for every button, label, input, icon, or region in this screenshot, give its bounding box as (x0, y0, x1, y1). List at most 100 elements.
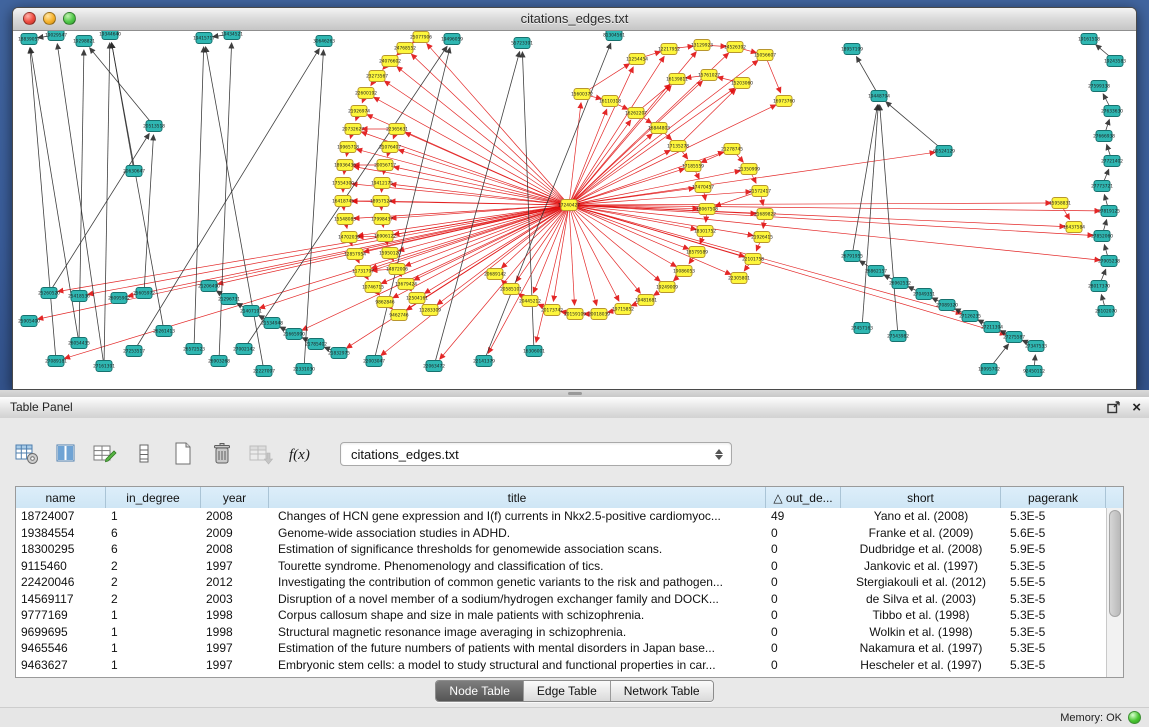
network-node[interactable]: 28017370 (1088, 281, 1110, 292)
table-cell[interactable]: 2012 (201, 575, 269, 589)
network-node[interactable]: 81304561 (603, 31, 625, 41)
network-node[interactable]: 9462746 (389, 310, 408, 321)
network-node[interactable]: 25418536 (68, 291, 90, 302)
function-builder-button[interactable]: f(x) (287, 441, 313, 467)
network-node[interactable]: 27211394 (981, 322, 1003, 333)
network-node[interactable]: 21832975 (328, 348, 350, 359)
table-row[interactable]: 969969511998Structural magnetic resonanc… (16, 624, 1107, 641)
zoom-window-button[interactable] (63, 12, 76, 25)
network-node[interactable]: 27599338 (1088, 81, 1110, 92)
network-edge[interactable] (405, 205, 569, 266)
table-cell[interactable]: 2008 (201, 509, 269, 523)
table-cell[interactable]: Tourette syndrome. Phenomenology and cla… (269, 559, 766, 573)
network-node[interactable]: 17470457 (692, 182, 714, 193)
network-node[interactable]: 15950120 (379, 248, 401, 259)
network-node[interactable]: 27773721 (1091, 181, 1113, 192)
network-node[interactable]: 18067508 (696, 204, 718, 215)
table-cell[interactable]: 1998 (201, 608, 269, 622)
network-node[interactable]: 16262207 (625, 108, 647, 119)
network-node[interactable]: 22101758 (742, 254, 764, 265)
network-node[interactable]: 22227097 (253, 366, 275, 377)
network-node[interactable]: 12504161 (406, 293, 428, 304)
panel-splitter[interactable] (0, 390, 1149, 397)
network-node[interactable]: 21407191 (240, 306, 262, 317)
network-node[interactable]: 11254454 (626, 54, 648, 65)
table-cell[interactable]: 9465546 (16, 641, 106, 655)
network-node[interactable]: 19344640 (99, 31, 121, 40)
table-cell[interactable]: 1 (106, 658, 201, 672)
table-cell[interactable]: 19384554 (16, 526, 106, 540)
network-node[interactable]: 14702039 (338, 232, 360, 243)
network-node[interactable]: 92450112 (1023, 366, 1045, 377)
delete-column-button[interactable] (209, 441, 235, 467)
memory-status-icon[interactable] (1128, 711, 1141, 724)
network-node[interactable]: 16844803 (648, 123, 670, 134)
network-node[interactable]: 20630647 (123, 166, 145, 177)
network-node[interactable]: 20056717 (374, 160, 396, 171)
network-node[interactable]: 22600192 (355, 88, 377, 99)
network-node[interactable]: 22141379 (473, 356, 495, 367)
table-cell[interactable]: Investigating the contribution of common… (269, 575, 766, 589)
column-header[interactable]: short (841, 487, 1001, 508)
network-node[interactable]: 18936436 (334, 160, 356, 171)
table-cell[interactable]: 1 (106, 608, 201, 622)
network-node[interactable]: 27819125 (1098, 206, 1120, 217)
network-node[interactable]: 17554300 (332, 178, 354, 189)
network-edge[interactable] (880, 105, 898, 336)
network-node[interactable]: 26261413 (153, 326, 175, 337)
table-cell[interactable]: 5.3E-5 (1001, 625, 1106, 639)
network-edge[interactable] (569, 134, 652, 205)
table-cell[interactable]: 9115460 (16, 559, 106, 573)
network-node[interactable]: 16306001 (523, 346, 545, 357)
table-row[interactable]: 1938455462009Genome-wide association stu… (16, 525, 1107, 542)
network-node[interactable]: 18995702 (978, 364, 1000, 375)
column-header[interactable]: in_degree (106, 487, 201, 508)
network-node[interactable]: 19412175 (371, 178, 393, 189)
network-node[interactable]: 14526392 (724, 42, 746, 53)
network-node[interactable]: 23273567 (366, 71, 388, 82)
network-node[interactable]: 24768552 (394, 43, 416, 54)
network-node[interactable]: 27161391 (93, 361, 115, 372)
network-node[interactable]: 26572523 (183, 344, 205, 355)
table-cell[interactable]: 0 (766, 625, 841, 639)
network-node[interactable]: 20689142 (484, 269, 506, 280)
table-cell[interactable]: 5.3E-5 (1001, 592, 1106, 606)
table-cell[interactable]: 5.3E-5 (1001, 509, 1106, 523)
network-node[interactable]: 27633630 (1101, 106, 1123, 117)
table-cell[interactable]: 0 (766, 526, 841, 540)
network-edge[interactable] (440, 205, 569, 359)
network-node[interactable]: 22003047 (363, 356, 385, 367)
network-edge[interactable] (569, 120, 631, 205)
network-edge[interactable] (394, 167, 569, 205)
network-node[interactable]: 27457163 (851, 323, 873, 334)
network-node[interactable]: 19715852 (612, 304, 634, 315)
table-cell[interactable]: Structural magnetic resonance image aver… (269, 625, 766, 639)
column-header[interactable]: title (269, 487, 766, 508)
network-node[interactable]: 21689822 (754, 209, 776, 220)
tab-node-table[interactable]: Node Table (436, 681, 523, 701)
network-node[interactable]: 15600372 (571, 89, 593, 100)
network-node[interactable]: 11283309 (419, 305, 441, 316)
table-vertical-scrollbar[interactable] (1106, 508, 1123, 677)
network-node[interactable]: 60524129 (933, 146, 955, 157)
table-cell[interactable]: 9463627 (16, 658, 106, 672)
tab-network-table[interactable]: Network Table (610, 681, 713, 701)
network-node[interactable]: 16139811 (666, 74, 688, 85)
table-cell[interactable]: Genome-wide association studies in ADHD. (269, 526, 766, 540)
table-cell[interactable]: 5.3E-5 (1001, 641, 1106, 655)
network-node[interactable]: 22365631 (386, 124, 408, 135)
close-panel-icon[interactable]: × (1132, 397, 1141, 418)
network-edge[interactable] (30, 48, 56, 361)
table-cell[interactable]: 1997 (201, 559, 269, 573)
network-node[interactable]: 27721402 (1101, 156, 1123, 167)
network-node[interactable]: 16973760 (773, 96, 795, 107)
table-cell[interactable]: 1997 (201, 641, 269, 655)
network-edge[interactable] (134, 49, 319, 351)
table-cell[interactable]: 2009 (201, 526, 269, 540)
network-edge[interactable] (90, 48, 154, 126)
table-cell[interactable]: 2 (106, 575, 201, 589)
import-table-button[interactable] (248, 441, 274, 467)
network-edge[interactable] (678, 89, 736, 146)
table-cell[interactable]: Nakamura et al. (1997) (841, 641, 1001, 655)
network-node[interactable]: 15548083 (334, 214, 356, 225)
